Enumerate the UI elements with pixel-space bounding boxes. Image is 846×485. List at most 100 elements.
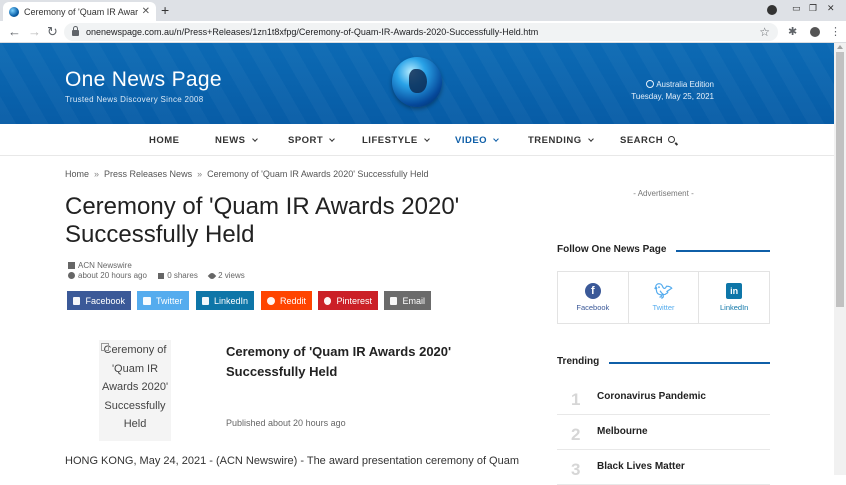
lock-icon[interactable] (72, 26, 79, 36)
time-ago-text: about 20 hours ago (78, 271, 147, 280)
new-tab-button[interactable]: + (161, 2, 169, 18)
breadcrumb-separator: » (94, 169, 100, 179)
follow-linkedin-button[interactable]: in LinkedIn (699, 272, 769, 323)
globe-logo-icon[interactable] (392, 57, 442, 107)
nav-news[interactable]: NEWS (215, 135, 258, 146)
views-count: 2 views (207, 271, 245, 281)
extensions-icon[interactable]: ✱ (788, 25, 797, 38)
nav-search[interactable]: SEARCH (620, 135, 676, 146)
tab-title: Ceremony of 'Quam IR Awards 2 (24, 6, 138, 17)
account-icon[interactable] (810, 27, 820, 37)
nav-home-label[interactable]: HOME (149, 135, 180, 146)
share-twitter-button[interactable]: Twitter (137, 291, 189, 310)
twitter-icon (143, 296, 151, 305)
search-icon[interactable] (668, 136, 676, 143)
article-meta: about 20 hours ago 0 shares 2 views (68, 271, 254, 281)
profile-icon[interactable] (767, 5, 777, 15)
share-email-button[interactable]: Email (384, 291, 431, 310)
trending-heading: Trending (557, 356, 600, 367)
article-subtitle[interactable]: Ceremony of 'Quam IR Awards 2020' Succes… (226, 342, 486, 382)
edition-label[interactable]: Australia Edition (656, 80, 714, 89)
time-ago: about 20 hours ago (68, 271, 147, 280)
chevron-down-icon (493, 136, 499, 142)
trending-heading-rule (609, 362, 770, 364)
pinterest-icon (324, 296, 332, 305)
address-url[interactable]: onenewspage.com.au/n/Press+Releases/1zn1… (86, 27, 759, 37)
browser-tab-strip: Ceremony of 'Quam IR Awards 2 ✕ + ▭ ❐ ✕ (0, 0, 846, 21)
source-name[interactable]: ACN Newswire (78, 261, 132, 270)
menu-kebab-icon[interactable]: ⋮ (830, 25, 841, 38)
brand-name[interactable]: One News Page (65, 68, 222, 92)
share-pinterest-button[interactable]: Pinterest (318, 291, 378, 310)
trending-rank: 3 (571, 460, 581, 479)
trending-label[interactable]: Black Lives Matter (597, 461, 685, 472)
chevron-down-icon (587, 136, 594, 142)
site-header: One News Page Trusted News Discovery Sin… (0, 43, 834, 124)
share-linkedin-button[interactable]: LinkedIn (196, 291, 254, 310)
nav-sport[interactable]: SPORT (288, 135, 336, 146)
article-image[interactable]: Ceremony of 'Quam IR Awards 2020' Succes… (99, 340, 171, 441)
share-facebook-button[interactable]: Facebook (67, 291, 131, 310)
globe-icon (646, 80, 655, 88)
close-window-icon[interactable]: ✕ (827, 3, 835, 14)
trending-label[interactable]: Melbourne (597, 426, 648, 437)
restore-icon[interactable]: ❐ (809, 3, 817, 14)
tab-close-icon[interactable]: ✕ (142, 6, 150, 17)
views-text: 2 views (218, 271, 245, 280)
current-date: Tuesday, May 25, 2021 (631, 92, 714, 101)
edition-selector[interactable]: Australia Edition (631, 79, 714, 91)
forward-icon[interactable]: → (28, 24, 41, 40)
breadcrumb: Home » Press Releases News » Ceremony of 'Qu… (65, 169, 428, 179)
scroll-up-arrow-icon[interactable] (837, 45, 843, 49)
share-facebook-label: Facebook (85, 295, 125, 306)
advertisement-label: - Advertisement - (633, 189, 694, 198)
site-logo[interactable]: One News Page Trusted News Discovery Sin… (65, 68, 222, 104)
nav-trending-label[interactable]: TRENDING (528, 135, 582, 146)
article-source: ACN Newswire (68, 261, 132, 270)
email-icon (390, 296, 398, 305)
clock-icon (68, 272, 75, 279)
browser-toolbar: ← → ↻ onenewspage.com.au/n/Press+Release… (0, 21, 846, 43)
bookmark-star-icon[interactable]: ☆ (759, 25, 770, 39)
share-twitter-label: Twitter (156, 295, 183, 306)
trending-item[interactable]: 1 Coronavirus Pandemic (557, 380, 770, 415)
breadcrumb-home[interactable]: Home (65, 169, 89, 179)
nav-search-label[interactable]: SEARCH (620, 135, 663, 146)
trending-item[interactable]: 2 Melbourne (557, 415, 770, 450)
share-email-label: Email (402, 295, 425, 306)
reload-icon[interactable]: ↻ (47, 24, 58, 40)
follow-facebook-label: Facebook (576, 303, 610, 312)
scrollbar-thumb[interactable] (836, 52, 844, 307)
follow-heading: Follow One News Page (557, 244, 667, 255)
nav-lifestyle-label[interactable]: LIFESTYLE (362, 135, 418, 146)
share-icon (158, 273, 165, 279)
breadcrumb-press-releases[interactable]: Press Releases News (104, 169, 192, 179)
main-nav: HOME NEWS SPORT LIFESTYLE VIDEO TRENDING… (0, 124, 834, 156)
follow-twitter-button[interactable]: 🐦︎ Twitter (629, 272, 700, 323)
nav-sport-label[interactable]: SPORT (288, 135, 323, 146)
share-linkedin-label: LinkedIn (213, 295, 248, 306)
follow-facebook-button[interactable]: f Facebook (558, 272, 629, 323)
browser-tab[interactable]: Ceremony of 'Quam IR Awards 2 ✕ (3, 2, 156, 21)
nav-video[interactable]: VIDEO (455, 135, 499, 146)
trending-rank: 2 (571, 425, 581, 444)
share-pinterest-label: Pinterest (336, 295, 372, 306)
edition-info: Australia Edition Tuesday, May 25, 2021 (631, 79, 714, 103)
shares-count: 0 shares (158, 271, 198, 280)
source-icon (68, 262, 75, 269)
nav-news-label[interactable]: NEWS (215, 135, 246, 146)
trending-label[interactable]: Coronavirus Pandemic (597, 391, 706, 402)
nav-trending[interactable]: TRENDING (528, 135, 594, 146)
minimize-icon[interactable]: ▭ (792, 3, 801, 14)
nav-lifestyle[interactable]: LIFESTYLE (362, 135, 430, 146)
brand-tagline: Trusted News Discovery Since 2008 (65, 95, 204, 104)
address-bar[interactable]: onenewspage.com.au/n/Press+Releases/1zn1… (64, 23, 778, 41)
back-icon[interactable]: ← (8, 24, 21, 40)
article-title: Ceremony of 'Quam IR Awards 2020' Succes… (65, 193, 460, 248)
trending-item[interactable]: 3 Black Lives Matter (557, 450, 770, 485)
trending-rank: 1 (571, 390, 581, 409)
nav-home[interactable]: HOME (149, 135, 180, 146)
nav-video-label[interactable]: VIDEO (455, 135, 487, 146)
share-reddit-button[interactable]: Reddit (261, 291, 312, 310)
article-image-alt: Ceremony of 'Quam IR Awards 2020' Succes… (101, 344, 169, 430)
